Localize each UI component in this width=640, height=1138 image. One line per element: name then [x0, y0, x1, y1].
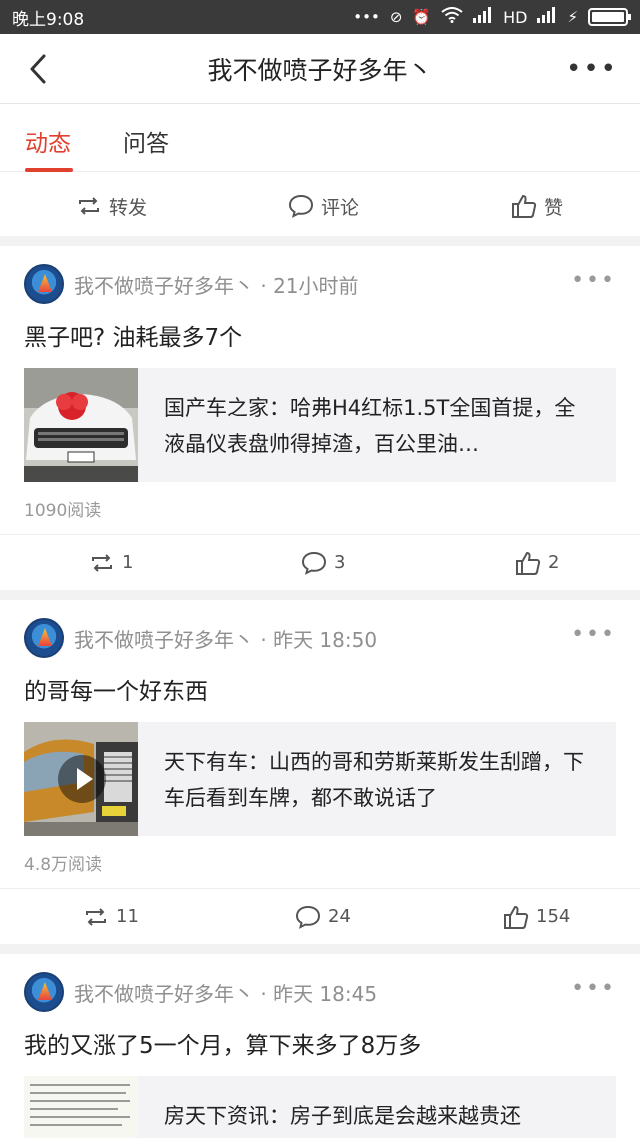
- more-dots-icon: •••: [353, 8, 380, 26]
- post-more-button[interactable]: •••: [571, 976, 616, 1001]
- wifi-icon: [441, 7, 463, 27]
- article-title: 天下有车：山西的哥和劳斯莱斯发生刮蹭，下车后看到车牌，都不敢说话了: [164, 750, 584, 810]
- comment-icon: [288, 194, 314, 218]
- page-title: 我不做喷子好多年丶: [207, 55, 433, 85]
- tab-qa[interactable]: 问答: [123, 124, 169, 158]
- repost-icon: [79, 197, 99, 215]
- like-button[interactable]: 154: [502, 903, 570, 931]
- like-count: 154: [536, 906, 571, 927]
- like-button[interactable]: 赞: [510, 192, 563, 220]
- article-thumbnail: [24, 1076, 138, 1138]
- thumbs-up-icon: [512, 194, 537, 218]
- status-bar: 晚上9:08 ••• ⊘ ⏰ HD ⚡: [0, 0, 640, 34]
- prev-post-actions: 转发 评论 赞: [0, 178, 640, 234]
- network-type: HD: [503, 7, 528, 27]
- post-header: 我不做喷子好多年丶 · 昨天 18:45: [24, 972, 377, 1012]
- article-title: 房天下资讯：房子到底是会越来越贵还: [164, 1104, 521, 1128]
- repost-count: 11: [116, 906, 139, 927]
- comment-button[interactable]: 24: [294, 903, 351, 931]
- post-time: · 昨天 18:45: [260, 981, 378, 1006]
- feed-post: 我不做喷子好多年丶 · 21小时前 ••• 黑子吧? 油耗最多7个 国产车之家：…: [0, 246, 640, 590]
- post-more-button[interactable]: •••: [571, 268, 616, 293]
- status-time: 晚上9:08: [12, 9, 85, 30]
- repost-button[interactable]: 1: [88, 549, 133, 577]
- thumbs-up-icon: [516, 551, 541, 575]
- more-menu-button[interactable]: •••: [566, 54, 618, 84]
- article-card[interactable]: 国产车之家：哈弗H4红标1.5T全国首提，全液晶仪表盘帅得掉渣，百公里油…: [24, 368, 616, 482]
- repost-count: 1: [122, 552, 134, 573]
- feed-post: 我不做喷子好多年丶 · 昨天 18:50 ••• 的哥每一个好东西 天下有车：山…: [0, 600, 640, 944]
- read-count: 1090阅读: [24, 501, 102, 521]
- link-icon: ⊘: [389, 8, 403, 26]
- post-header: 我不做喷子好多年丶 · 21小时前: [24, 264, 359, 304]
- post-text[interactable]: 我的又涨了5一个月，算下来多了8万多: [24, 1026, 421, 1060]
- comment-count: 24: [328, 906, 351, 927]
- comment-button[interactable]: 评论: [287, 192, 359, 220]
- section-divider: [0, 590, 640, 600]
- repost-icon: [86, 907, 106, 926]
- article-title: 国产车之家：哈弗H4红标1.5T全国首提，全液晶仪表盘帅得掉渣，百公里油…: [164, 396, 576, 456]
- status-icons: ••• ⊘ ⏰ HD ⚡: [353, 7, 631, 27]
- repost-label: 转发: [109, 196, 148, 219]
- play-icon[interactable]: [58, 755, 106, 803]
- like-count: 2: [548, 552, 560, 573]
- post-actions: 11 24 154: [0, 888, 640, 944]
- video-card[interactable]: 天下有车：山西的哥和劳斯莱斯发生刮蹭，下车后看到车牌，都不敢说话了: [24, 722, 616, 836]
- avatar[interactable]: [24, 972, 64, 1012]
- chevron-left-icon[interactable]: [22, 52, 56, 86]
- signal-icon: [537, 7, 557, 27]
- repost-button[interactable]: 转发: [75, 192, 147, 220]
- comment-icon: [301, 551, 327, 575]
- video-thumbnail: [24, 722, 138, 836]
- section-divider: [0, 236, 640, 246]
- post-header: 我不做喷子好多年丶 · 昨天 18:50: [24, 618, 377, 658]
- author-name[interactable]: 我不做喷子好多年丶: [74, 628, 254, 652]
- post-meta: 我不做喷子好多年丶 · 昨天 18:50: [74, 624, 377, 653]
- battery-icon: [588, 8, 631, 26]
- post-text[interactable]: 黑子吧? 油耗最多7个: [24, 318, 242, 352]
- comment-button[interactable]: 3: [300, 549, 345, 577]
- read-count: 4.8万阅读: [24, 855, 103, 875]
- signal-icon: [473, 7, 493, 27]
- tab-bar: 动态 问答: [0, 104, 640, 172]
- author-name[interactable]: 我不做喷子好多年丶: [74, 982, 254, 1006]
- thumbs-up-icon: [504, 905, 529, 929]
- like-button[interactable]: 2: [514, 549, 559, 577]
- post-more-button[interactable]: •••: [571, 622, 616, 647]
- post-actions: 1 3 2: [0, 534, 640, 590]
- repost-button[interactable]: 11: [82, 903, 139, 931]
- comment-label: 评论: [321, 196, 360, 219]
- comment-count: 3: [334, 552, 346, 573]
- charging-icon: ⚡: [567, 8, 578, 26]
- alarm-icon: ⏰: [412, 8, 432, 26]
- avatar[interactable]: [24, 264, 64, 304]
- repost-icon: [92, 553, 112, 572]
- article-card[interactable]: 房天下资讯：房子到底是会越来越贵还: [24, 1076, 616, 1138]
- active-tab-indicator: [25, 168, 73, 172]
- like-label: 赞: [544, 196, 564, 219]
- nav-bar: 我不做喷子好多年丶 •••: [0, 34, 640, 104]
- section-divider: [0, 944, 640, 954]
- post-text[interactable]: 的哥每一个好东西: [24, 672, 208, 706]
- feed-post: 我不做喷子好多年丶 · 昨天 18:45 ••• 我的又涨了5一个月，算下来多了…: [0, 954, 640, 1138]
- avatar[interactable]: [24, 618, 64, 658]
- author-name[interactable]: 我不做喷子好多年丶: [74, 274, 254, 298]
- post-time: · 21小时前: [260, 273, 359, 298]
- tab-dynamics[interactable]: 动态: [25, 124, 71, 158]
- post-meta: 我不做喷子好多年丶 · 21小时前: [74, 270, 359, 299]
- post-meta: 我不做喷子好多年丶 · 昨天 18:45: [74, 978, 377, 1007]
- comment-icon: [295, 905, 321, 929]
- post-time: · 昨天 18:50: [260, 627, 378, 652]
- article-thumbnail: [24, 368, 138, 482]
